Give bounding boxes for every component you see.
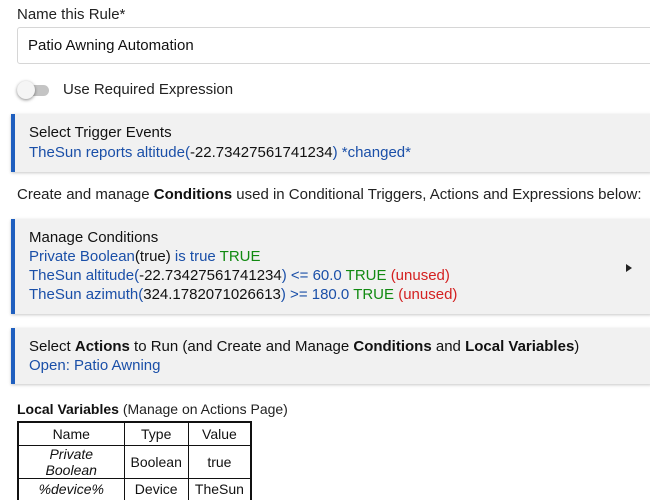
local-variables-title: Local Variables xyxy=(17,401,119,417)
actions-title-bold: Conditions xyxy=(353,338,432,355)
column-header: Type xyxy=(123,421,189,446)
trigger-close: ) xyxy=(332,144,338,161)
table-header-row: Name Type Value xyxy=(17,421,252,446)
condition-value: 324.1782071026613 xyxy=(143,286,281,303)
actions-title-bold: Actions xyxy=(74,338,130,355)
action-item: Open: Patio Awning xyxy=(29,357,161,374)
condition-subject: TheSun altitude( xyxy=(29,267,140,284)
column-header: Name xyxy=(17,421,125,446)
select-trigger-events-panel[interactable]: Select Trigger Events TheSun reports alt… xyxy=(11,114,650,172)
select-actions-panel[interactable]: Select Actions to Run (and Create and Ma… xyxy=(11,328,650,384)
local-variables-heading: Local Variables (Manage on Actions Page) xyxy=(17,401,288,417)
trigger-device: TheSun xyxy=(29,144,82,161)
condition-operator: ) >= 180.0 xyxy=(280,286,354,303)
condition-subject: Private Boolean xyxy=(29,248,135,265)
manage-conditions-panel[interactable]: Manage Conditions Private Boolean(true) … xyxy=(11,219,650,314)
table-row: %device% Device TheSun xyxy=(17,477,252,500)
variable-type: Boolean xyxy=(123,444,189,479)
trigger-panel-title: Select Trigger Events xyxy=(29,124,172,141)
trigger-summary: TheSun reports altitude(-22.734275617412… xyxy=(29,144,411,161)
local-variables-note: (Manage on Actions Page) xyxy=(118,401,288,417)
required-expression-toggle[interactable] xyxy=(17,81,49,99)
variable-value: true xyxy=(187,444,252,479)
variable-value: TheSun xyxy=(187,477,252,500)
actions-title-text: Select xyxy=(29,338,75,355)
condition-value: (true) xyxy=(134,248,171,265)
actions-title-text: to Run (and Create and Manage xyxy=(129,338,354,355)
expand-arrow-icon[interactable] xyxy=(626,264,632,272)
actions-title-bold: Local Variables xyxy=(465,338,575,355)
required-expression-label: Use Required Expression xyxy=(63,81,234,98)
condition-result: TRUE xyxy=(219,248,261,265)
actions-title-text: and xyxy=(431,338,466,355)
local-variables-table: Name Type Value Private Boolean Boolean … xyxy=(17,421,252,500)
variable-name: %device% xyxy=(17,477,125,500)
variable-type: Device xyxy=(123,477,189,500)
column-header: Value xyxy=(187,421,252,446)
condition-operator: ) <= 60.0 xyxy=(281,267,346,284)
conditions-panel-title: Manage Conditions xyxy=(29,229,159,246)
condition-row: Private Boolean(true) is true TRUE xyxy=(29,248,261,265)
condition-result: TRUE xyxy=(353,286,395,303)
condition-row: TheSun altitude(-22.73427561741234) <= 6… xyxy=(29,267,450,284)
condition-result: TRUE xyxy=(345,267,387,284)
condition-operator: is true xyxy=(170,248,220,265)
trigger-value: -22.73427561741234 xyxy=(189,144,333,161)
condition-unused: (unused) xyxy=(398,286,458,303)
rule-name-input[interactable] xyxy=(17,27,650,64)
condition-value: -22.73427561741234 xyxy=(139,267,282,284)
actions-title-text: ) xyxy=(574,338,580,355)
condition-subject: TheSun azimuth( xyxy=(29,286,144,303)
condition-row: TheSun azimuth(324.1782071026613) >= 180… xyxy=(29,286,457,303)
variable-name: Private Boolean xyxy=(17,444,125,479)
trigger-changed: *changed* xyxy=(341,144,411,161)
actions-panel-title: Select Actions to Run (and Create and Ma… xyxy=(29,338,579,355)
condition-unused: (unused) xyxy=(390,267,450,284)
rule-name-label: Name this Rule* xyxy=(17,6,126,23)
table-row: Private Boolean Boolean true xyxy=(17,444,252,479)
conditions-intro-text: Create and manage Conditions used in Con… xyxy=(17,186,642,203)
intro-bold: Conditions xyxy=(153,186,233,203)
intro-suffix: used in Conditional Triggers, Actions an… xyxy=(232,186,642,203)
intro-prefix: Create and manage xyxy=(17,186,154,203)
toggle-knob xyxy=(17,81,35,99)
trigger-reports: reports altitude( xyxy=(85,144,190,161)
